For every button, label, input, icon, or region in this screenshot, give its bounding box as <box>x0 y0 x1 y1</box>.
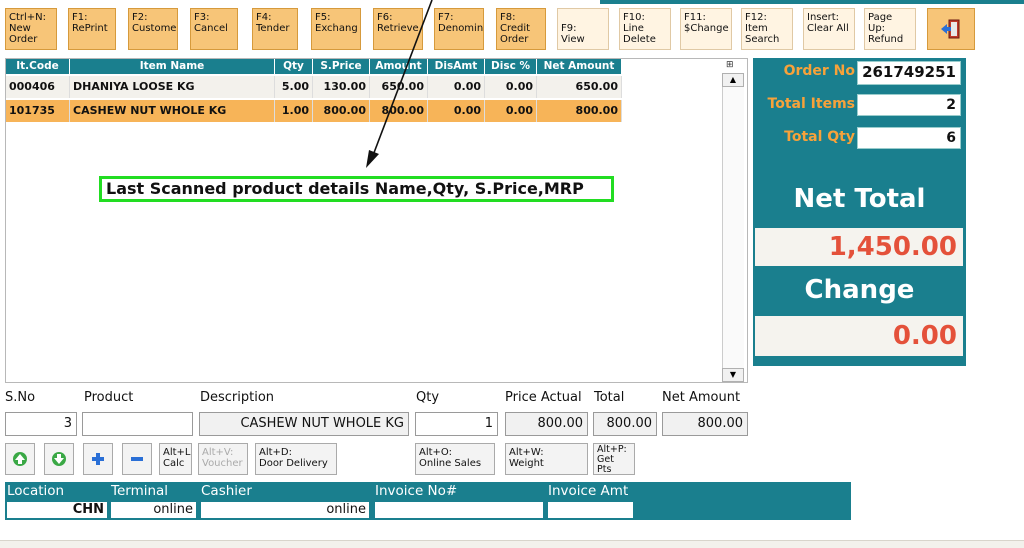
col-header-disc[interactable]: Disc % <box>485 59 537 74</box>
col-header-code[interactable]: It.Code <box>6 59 70 74</box>
col-header-name[interactable]: Item Name <box>70 59 275 74</box>
window-bottom-edge <box>0 540 1024 548</box>
price-actual-label: Price Actual <box>505 390 582 405</box>
view-button[interactable]: F9: View <box>557 8 609 50</box>
status-footer: Location Terminal Cashier Invoice No# In… <box>5 482 851 520</box>
product-input[interactable] <box>82 412 193 436</box>
weight-button[interactable]: Alt+W: Weight <box>505 443 588 475</box>
cell-disc: 0.00 <box>485 76 537 98</box>
cell-name: CASHEW NUT WHOLE KG <box>70 100 275 122</box>
move-down-button[interactable] <box>44 443 74 475</box>
invoice-amt-value <box>548 502 633 518</box>
terminal-label: Terminal <box>111 483 169 499</box>
clear-all-button[interactable]: Insert: Clear All <box>803 8 855 50</box>
product-label: Product <box>84 390 134 405</box>
minus-icon <box>131 457 143 461</box>
arrow-down-icon <box>52 452 66 466</box>
sno-field[interactable]: 3 <box>5 412 77 436</box>
door-delivery-button[interactable]: Alt+D: Door Delivery <box>255 443 337 475</box>
refund-button[interactable]: Page Up: Refund <box>864 8 916 50</box>
description-field[interactable]: CASHEW NUT WHOLE KG <box>199 412 409 436</box>
invoice-no-label: Invoice No# <box>375 483 458 499</box>
annotation-arrow <box>366 0 433 168</box>
new-order-button[interactable]: Ctrl+N: New Order <box>5 8 57 50</box>
calc-button[interactable]: Alt+L: Calc <box>159 443 192 475</box>
denomination-button[interactable]: F7: Denomin <box>434 8 484 50</box>
net-total-value: 1,450.00 <box>755 228 963 266</box>
cell-qty: 1.00 <box>275 100 313 122</box>
annotation-callout: Last Scanned product details Name,Qty, S… <box>99 176 614 202</box>
cell-qty: 5.00 <box>275 76 313 98</box>
exit-button[interactable] <box>927 8 975 50</box>
customer-button[interactable]: F2: Custome <box>128 8 178 50</box>
description-label: Description <box>200 390 275 405</box>
total-items-value: 2 <box>857 94 961 116</box>
move-up-button[interactable] <box>5 443 35 475</box>
line-delete-button[interactable]: F10: Line Delete <box>619 8 671 50</box>
price-actual-field[interactable]: 800.00 <box>505 412 588 436</box>
cell-net: 800.00 <box>537 100 622 122</box>
column-chooser-icon[interactable]: ⊞ <box>726 60 734 70</box>
order-no-label: Order No <box>783 63 855 79</box>
arrow-up-icon <box>13 452 27 466</box>
change-value: 0.00 <box>755 316 963 356</box>
cell-name: DHANIYA LOOSE KG <box>70 76 275 98</box>
order-no-value: 261749251 <box>857 61 961 85</box>
tender-button[interactable]: F4: Tender <box>252 8 298 50</box>
cashier-value: online <box>201 502 369 518</box>
total-label: Total <box>594 390 625 405</box>
add-item-button[interactable] <box>83 443 113 475</box>
voucher-button[interactable]: Alt+V: Voucher <box>198 443 248 475</box>
net-total-label: Net Total <box>793 184 926 214</box>
total-items-label: Total Items <box>767 96 855 112</box>
pos-window: Ctrl+N: New Order F1: RePrint F2: Custom… <box>0 0 1024 548</box>
top-accent-bar <box>600 0 1024 4</box>
scroll-down-icon[interactable]: ▼ <box>722 368 744 382</box>
vertical-scrollbar[interactable] <box>722 87 744 368</box>
table-row-selected[interactable]: 101735 CASHEW NUT WHOLE KG 1.00 800.00 8… <box>6 100 622 122</box>
total-field[interactable]: 800.00 <box>593 412 657 436</box>
plus-icon <box>92 453 104 465</box>
order-summary-panel: Order No 261749251 Total Items 2 Total Q… <box>753 58 966 366</box>
reprint-button[interactable]: F1: RePrint <box>68 8 116 50</box>
remove-item-button[interactable] <box>122 443 152 475</box>
cell-code: 000406 <box>6 76 70 98</box>
invoice-amt-label: Invoice Amt <box>548 483 629 499</box>
change-button[interactable]: F11: $Change <box>680 8 732 50</box>
total-qty-value: 6 <box>857 127 961 149</box>
credit-order-button[interactable]: F8: Credit Order <box>496 8 546 50</box>
cell-net: 650.00 <box>537 76 622 98</box>
invoice-no-value <box>375 502 543 518</box>
online-sales-button[interactable]: Alt+O: Online Sales <box>415 443 495 475</box>
col-header-qty[interactable]: Qty <box>275 59 313 74</box>
exchange-button[interactable]: F5: Exchang <box>311 8 361 50</box>
total-qty-label: Total Qty <box>784 129 855 145</box>
cell-disc: 0.00 <box>485 100 537 122</box>
cancel-button[interactable]: F3: Cancel <box>190 8 238 50</box>
grid-header: It.Code Item Name Qty S.Price Amount Dis… <box>6 59 622 74</box>
terminal-value: online <box>111 502 196 518</box>
get-points-button[interactable]: Alt+P: Get Pts <box>593 443 635 475</box>
sno-label: S.No <box>5 390 36 405</box>
location-label: Location <box>7 483 65 499</box>
qty-label: Qty <box>416 390 440 405</box>
item-search-button[interactable]: F12: Item Search <box>741 8 793 50</box>
location-value: CHN <box>7 502 107 518</box>
exit-door-icon <box>941 19 960 39</box>
net-amount-label: Net Amount <box>662 390 741 405</box>
cell-code: 101735 <box>6 100 70 122</box>
col-header-net[interactable]: Net Amount <box>537 59 622 74</box>
qty-input[interactable]: 1 <box>415 412 498 436</box>
scroll-up-icon[interactable]: ▲ <box>722 73 744 87</box>
cashier-label: Cashier <box>201 483 252 499</box>
change-label: Change <box>804 275 915 305</box>
table-row[interactable]: 000406 DHANIYA LOOSE KG 5.00 130.00 650.… <box>6 76 622 98</box>
net-amount-field[interactable]: 800.00 <box>662 412 748 436</box>
